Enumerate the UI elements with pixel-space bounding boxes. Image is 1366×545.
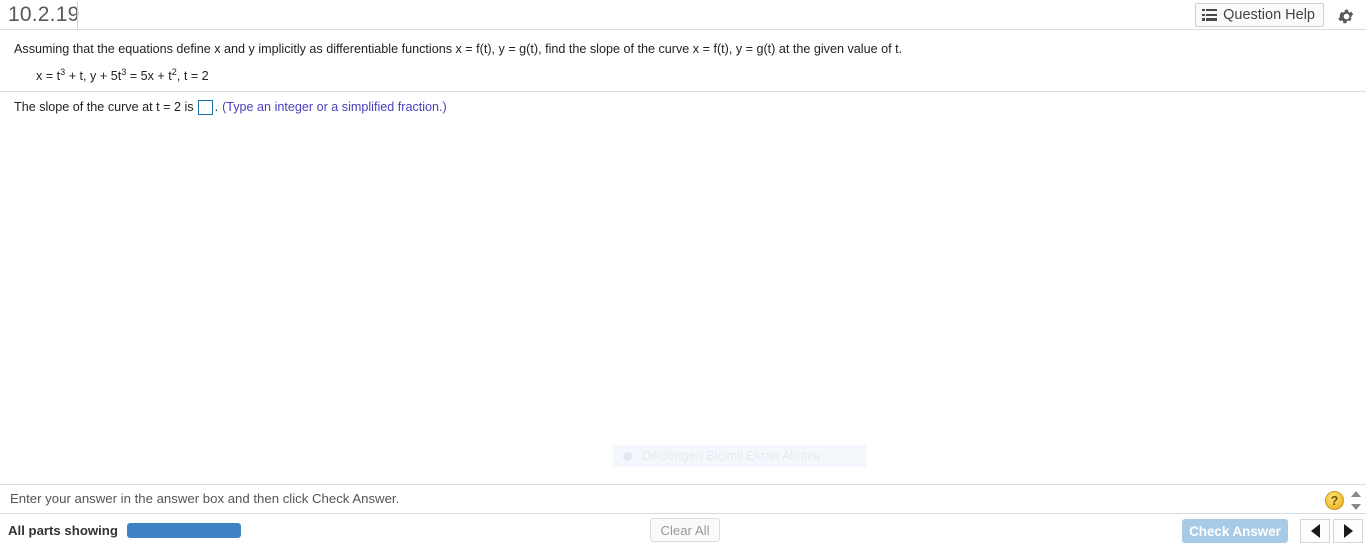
help-icon[interactable]: ? <box>1325 491 1344 510</box>
answer-prompt: The slope of the curve at t = 2 is <box>14 100 194 114</box>
exercise-header: 10.2.19 Question Help <box>0 0 1366 30</box>
equation-mid: = 5x + t <box>126 69 172 83</box>
equation-line: x = t3 + t, y + 5t3 = 5x + t2, t = 2 <box>36 67 209 84</box>
watermark-label: Dikdörtgen Biçimli Ekran Alıntısı <box>642 449 821 463</box>
navigation-group <box>1300 519 1363 543</box>
question-stem: Assuming that the equations define x and… <box>14 42 903 56</box>
screen-clip-watermark: Dikdörtgen Biçimli Ekran Alıntısı <box>613 445 866 467</box>
equation-x-lead: x = t <box>36 69 61 83</box>
parts-status-label: All parts showing <box>8 523 118 538</box>
question-help-button[interactable]: Question Help <box>1195 3 1324 27</box>
question-help-label: Question Help <box>1223 7 1315 23</box>
content-divider <box>0 91 1366 92</box>
footer-top-divider <box>0 484 1366 485</box>
list-icon <box>1202 9 1218 22</box>
equation-tail: , t = 2 <box>176 69 209 83</box>
next-question-button[interactable] <box>1333 519 1363 543</box>
gear-icon[interactable] <box>1334 4 1358 28</box>
parts-progress-fill <box>127 523 241 538</box>
answer-input[interactable] <box>197 99 213 115</box>
equation-x-tail: + t, y + 5t <box>65 69 122 83</box>
spinner-up-icon[interactable] <box>1351 491 1361 497</box>
header-divider <box>77 2 78 29</box>
footer-bottom-divider <box>0 513 1366 514</box>
exercise-id: 10.2.19 <box>8 3 80 26</box>
instruction-text: Enter your answer in the answer box and … <box>10 491 400 506</box>
clear-all-button[interactable]: Clear All <box>650 518 720 542</box>
watermark-dot-icon <box>623 451 632 461</box>
check-answer-button[interactable]: Check Answer <box>1182 519 1288 543</box>
answer-period: . <box>214 100 219 114</box>
spinner-down-icon[interactable] <box>1351 504 1361 510</box>
triangle-left-icon <box>1310 524 1320 538</box>
answer-hint: (Type an integer or a simplified fractio… <box>222 100 447 114</box>
previous-question-button[interactable] <box>1300 519 1330 543</box>
parts-progress-bar <box>127 523 241 538</box>
answer-row: The slope of the curve at t = 2 is . (Ty… <box>14 99 447 115</box>
triangle-right-icon <box>1343 524 1353 538</box>
scroll-spinner[interactable] <box>1350 491 1362 510</box>
